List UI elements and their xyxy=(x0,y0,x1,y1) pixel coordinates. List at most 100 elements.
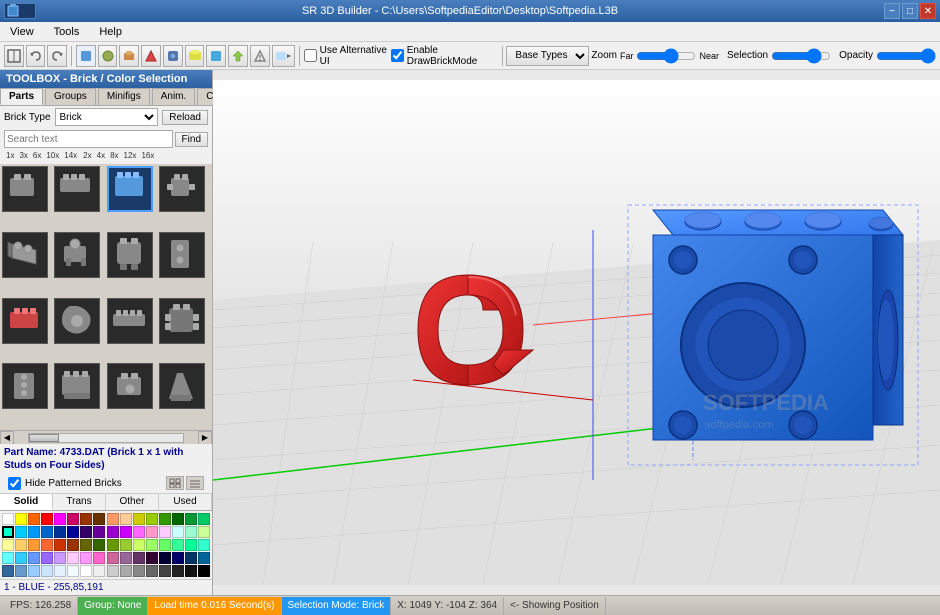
tab-groups[interactable]: Groups xyxy=(45,88,96,105)
brick-cell-8[interactable] xyxy=(2,298,48,344)
color-swatch-0[interactable] xyxy=(2,513,14,525)
color-swatch-73[interactable] xyxy=(120,565,132,577)
size-hint-8x[interactable]: 8x xyxy=(108,151,120,163)
search-input[interactable] xyxy=(4,130,173,148)
toolbar-btn-7[interactable] xyxy=(163,45,183,67)
close-button[interactable]: ✕ xyxy=(920,3,936,19)
color-swatch-33[interactable] xyxy=(15,539,27,551)
color-swatch-20[interactable] xyxy=(54,526,66,538)
color-swatch-14[interactable] xyxy=(185,513,197,525)
color-swatch-76[interactable] xyxy=(159,565,171,577)
toolbar-btn-undo[interactable] xyxy=(26,45,46,67)
color-swatch-23[interactable] xyxy=(93,526,105,538)
color-swatch-38[interactable] xyxy=(80,539,92,551)
menu-item-view[interactable]: View xyxy=(4,25,40,39)
color-swatch-27[interactable] xyxy=(146,526,158,538)
opacity-slider[interactable] xyxy=(876,48,936,64)
brick-cell-5[interactable] xyxy=(54,232,100,278)
brick-cell-13[interactable] xyxy=(54,363,100,409)
toolbar-btn-11[interactable] xyxy=(250,45,270,67)
scroll-left-button[interactable]: ◀ xyxy=(0,431,14,445)
draw-brick-checkbox[interactable] xyxy=(391,49,404,62)
find-button[interactable]: Find xyxy=(175,132,208,147)
brick-cell-7[interactable] xyxy=(159,232,205,278)
size-hint-10x[interactable]: 10x xyxy=(44,151,61,163)
size-hint-4x[interactable]: 4x xyxy=(95,151,107,163)
color-swatch-57[interactable] xyxy=(120,552,132,564)
color-swatch-40[interactable] xyxy=(107,539,119,551)
color-swatch-39[interactable] xyxy=(93,539,105,551)
size-hint-16x[interactable]: 16x xyxy=(139,151,156,163)
color-swatch-61[interactable] xyxy=(172,552,184,564)
toolbar-btn-1[interactable] xyxy=(4,45,24,67)
color-swatch-78[interactable] xyxy=(185,565,197,577)
toolbar-btn-3[interactable] xyxy=(76,45,96,67)
view-mode-grid-button[interactable] xyxy=(166,476,184,490)
color-swatch-5[interactable] xyxy=(67,513,79,525)
color-swatch-10[interactable] xyxy=(133,513,145,525)
color-swatch-15[interactable] xyxy=(198,513,210,525)
color-swatch-19[interactable] xyxy=(41,526,53,538)
brick-cell-3[interactable] xyxy=(159,166,205,212)
color-swatch-62[interactable] xyxy=(185,552,197,564)
color-swatch-69[interactable] xyxy=(67,565,79,577)
color-swatch-12[interactable] xyxy=(159,513,171,525)
color-swatch-42[interactable] xyxy=(133,539,145,551)
color-swatch-6[interactable] xyxy=(80,513,92,525)
color-swatch-74[interactable] xyxy=(133,565,145,577)
toolbar-btn-10[interactable] xyxy=(228,45,248,67)
color-swatch-11[interactable] xyxy=(146,513,158,525)
brick-cell-6[interactable] xyxy=(107,232,153,278)
color-swatch-8[interactable] xyxy=(107,513,119,525)
color-swatch-44[interactable] xyxy=(159,539,171,551)
color-swatch-29[interactable] xyxy=(172,526,184,538)
size-hint-3x[interactable]: 3x xyxy=(17,151,29,163)
toolbar-btn-9[interactable] xyxy=(206,45,226,67)
color-swatch-54[interactable] xyxy=(80,552,92,564)
color-tab-solid[interactable]: Solid xyxy=(0,494,53,510)
menu-item-help[interactable]: Help xyxy=(93,25,128,39)
color-tab-other[interactable]: Other xyxy=(106,494,159,510)
color-swatch-17[interactable] xyxy=(15,526,27,538)
color-swatch-75[interactable] xyxy=(146,565,158,577)
selection-slider[interactable] xyxy=(771,48,831,64)
color-swatch-55[interactable] xyxy=(93,552,105,564)
color-swatch-58[interactable] xyxy=(133,552,145,564)
size-hint-12x[interactable]: 12x xyxy=(122,151,139,163)
reload-button[interactable]: Reload xyxy=(162,110,208,125)
color-swatch-35[interactable] xyxy=(41,539,53,551)
color-swatch-21[interactable] xyxy=(67,526,79,538)
view-mode-list-button[interactable] xyxy=(186,476,204,490)
brick-cell-12[interactable] xyxy=(2,363,48,409)
menu-item-tools[interactable]: Tools xyxy=(48,25,86,39)
color-swatch-3[interactable] xyxy=(41,513,53,525)
viewport[interactable]: If you like this program, please donate … xyxy=(213,70,940,595)
brick-type-select[interactable]: Brick xyxy=(55,108,159,126)
toolbar-btn-5[interactable] xyxy=(119,45,139,67)
color-swatch-71[interactable] xyxy=(93,565,105,577)
color-swatch-68[interactable] xyxy=(54,565,66,577)
color-swatch-22[interactable] xyxy=(80,526,92,538)
color-swatch-30[interactable] xyxy=(185,526,197,538)
color-swatch-77[interactable] xyxy=(172,565,184,577)
color-swatch-28[interactable] xyxy=(159,526,171,538)
color-swatch-66[interactable] xyxy=(28,565,40,577)
tab-parts[interactable]: Parts xyxy=(0,88,43,105)
maximize-button[interactable]: □ xyxy=(902,3,918,19)
brick-cell-11[interactable] xyxy=(159,298,205,344)
color-swatch-65[interactable] xyxy=(15,565,27,577)
color-swatch-26[interactable] xyxy=(133,526,145,538)
color-swatch-16[interactable] xyxy=(2,526,14,538)
toolbar-btn-4[interactable] xyxy=(98,45,118,67)
toolbar-btn-6[interactable] xyxy=(141,45,161,67)
color-swatch-47[interactable] xyxy=(198,539,210,551)
color-swatch-45[interactable] xyxy=(172,539,184,551)
brick-cell-1[interactable] xyxy=(54,166,100,212)
color-swatch-36[interactable] xyxy=(54,539,66,551)
tab-anim[interactable]: Anim. xyxy=(152,88,196,105)
color-swatch-13[interactable] xyxy=(172,513,184,525)
color-swatch-53[interactable] xyxy=(67,552,79,564)
color-swatch-24[interactable] xyxy=(107,526,119,538)
color-swatch-37[interactable] xyxy=(67,539,79,551)
brick-cell-0[interactable] xyxy=(2,166,48,212)
